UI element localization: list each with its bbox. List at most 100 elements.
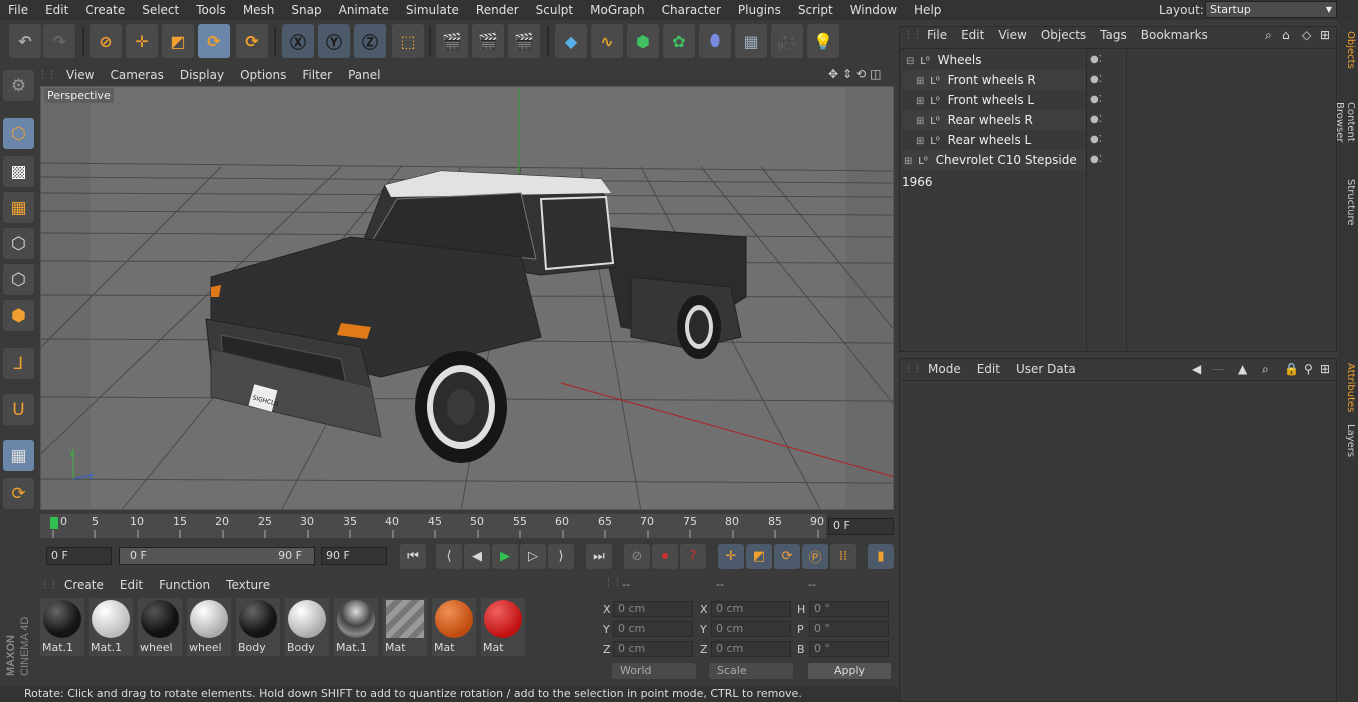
search-icon[interactable]: ⌕ [1265,28,1272,43]
menu-select[interactable]: Select [134,3,188,17]
up-arrow-icon[interactable]: ▲ [1238,362,1247,376]
material-menu-edit[interactable]: Edit [112,578,151,592]
tree-item-front-wheels-l[interactable]: ⊞ L⁰ Front wheels L [902,90,1086,110]
model-mode-button[interactable]: ⬡ [3,118,34,149]
apply-button[interactable]: Apply [808,663,891,679]
key-rotation-button[interactable]: ⟳ [774,544,800,569]
start-frame-field[interactable]: 0 F [46,547,112,565]
light-button[interactable]: 💡 [807,24,839,58]
perspective-viewport[interactable]: SIGHCLU y z [40,86,894,510]
expand-icon[interactable]: ⊞ [916,136,924,147]
points-mode-button[interactable]: ⬡ [3,228,34,259]
viewport-menu-panel[interactable]: Panel [340,68,388,82]
edges-mode-button[interactable]: ⬡ [3,264,34,295]
z-axis-button[interactable]: Ⓩ [354,24,386,58]
viewport-menu-cameras[interactable]: Cameras [102,68,171,82]
y-axis-button[interactable]: Ⓨ [318,24,350,58]
rotation-b-field[interactable]: 0 ° [809,641,889,657]
material-swatch[interactable]: Mat [432,598,476,656]
material-menu-create[interactable]: Create [56,578,112,592]
position-z-field[interactable]: 0 cm [613,641,693,657]
key-parameter-button[interactable]: Ⓟ [802,544,828,569]
menu-create[interactable]: Create [77,3,134,17]
key-scale-button[interactable]: ◩ [746,544,772,569]
scale-tool-button[interactable]: ◩ [162,24,194,58]
floor-button[interactable]: ▦ [735,24,767,58]
viewport-menu-options[interactable]: Options [232,68,294,82]
material-swatch[interactable]: Mat.1 [89,598,133,656]
objects-menu-bookmarks[interactable]: Bookmarks [1134,28,1215,42]
viewport-menu-view[interactable]: View [58,68,102,82]
material-swatch[interactable]: Mat [481,598,525,656]
menu-snap[interactable]: Snap [283,3,330,17]
coordinate-system-button[interactable]: ⬚ [392,24,424,58]
attributes-menu-user-data[interactable]: User Data [1008,362,1084,376]
tree-item-front-wheels-r[interactable]: ⊞ L⁰ Front wheels R [902,70,1086,90]
back-arrow-icon[interactable]: ◀ [1192,362,1201,376]
size-mode-dropdown[interactable]: Scale [709,663,793,679]
menu-mesh[interactable]: Mesh [235,3,284,17]
viewport-nav-icons[interactable]: ✥⇕⟲◫ [828,67,886,81]
visibility-dots[interactable]: ●⁚ [1090,74,1102,85]
tab-structure[interactable]: Structure [1340,178,1356,226]
expand-icon[interactable]: ⊞ [916,96,924,107]
lock-icon[interactable]: 🔒 [1284,362,1299,376]
subdivision-surface-button[interactable]: ⬢ [627,24,659,58]
material-menu-texture[interactable]: Texture [218,578,278,592]
layout-dropdown[interactable]: Startup [1205,1,1337,18]
tab-objects[interactable]: Objects [1340,30,1356,70]
tree-item-rear-wheels-r[interactable]: ⊞ L⁰ Rear wheels R [902,110,1086,130]
go-to-start-button[interactable]: ⏮ [400,544,426,569]
material-swatch[interactable]: Body [236,598,280,656]
recent-tool-button[interactable]: ⟳ [236,24,268,58]
home-icon[interactable]: ⌂ [1282,28,1290,42]
rotation-p-field[interactable]: 0 ° [809,621,889,637]
move-tool-button[interactable]: ✛ [126,24,158,58]
size-z-field[interactable]: 0 cm [711,641,791,657]
spline-button[interactable]: ∿ [591,24,623,58]
rotate-tool-button[interactable]: ⟳ [198,24,230,58]
tree-item-rear-wheels-l[interactable]: ⊞ L⁰ Rear wheels L [902,130,1086,150]
rotation-h-field[interactable]: 0 ° [809,601,889,617]
viewport-menu-filter[interactable]: Filter [294,68,340,82]
x-axis-button[interactable]: Ⓧ [282,24,314,58]
menu-simulate[interactable]: Simulate [398,3,468,17]
snap-button[interactable]: U [3,394,34,425]
menu-help[interactable]: Help [906,3,950,17]
link-icon[interactable]: ⚲ [1304,362,1313,376]
timeline-window-button[interactable]: ▮ [868,544,894,569]
search-icon[interactable]: ⌕ [1262,362,1269,377]
key-position-button[interactable]: ✛ [718,544,744,569]
menu-animate[interactable]: Animate [331,3,398,17]
position-x-field[interactable]: 0 cm [613,601,693,617]
viewport-menu-display[interactable]: Display [172,68,232,82]
material-swatch[interactable]: wheel [138,598,182,656]
record-position-button[interactable]: ⊘ [624,544,650,569]
previous-frame-button[interactable]: ◀ [464,544,490,569]
polygons-mode-button[interactable]: ⬢ [3,300,34,331]
menu-plugins[interactable]: Plugins [730,3,790,17]
visibility-dots[interactable]: ●⁚ [1090,154,1102,165]
attributes-menu-edit[interactable]: Edit [969,362,1008,376]
render-picture-viewer-button[interactable]: 🎬 [472,24,504,58]
menu-render[interactable]: Render [468,3,528,17]
objects-menu-view[interactable]: View [991,28,1033,42]
visibility-dots[interactable]: ●⁚ [1090,54,1102,65]
expand-icon[interactable]: ⊞ [904,156,912,167]
objects-menu-tags[interactable]: Tags [1093,28,1134,42]
undo-button[interactable]: ↶ [9,24,41,58]
autokey-button[interactable]: ⏺ [652,544,678,569]
deformer-button[interactable]: ⬮ [699,24,731,58]
next-frame-button[interactable]: ▷ [520,544,546,569]
expand-panel-icon[interactable]: ⊞ [1320,28,1330,42]
visibility-dots[interactable]: ●⁚ [1090,134,1102,145]
timeline-ruler[interactable]: 0 5 10 15 20 25 30 35 40 45 50 55 60 65 … [40,514,826,538]
objects-menu-edit[interactable]: Edit [954,28,991,42]
tree-item-chevrolet[interactable]: ⊞ L⁰ Chevrolet C10 Stepside 1966 [902,150,1086,189]
size-y-field[interactable]: 0 cm [711,621,791,637]
redo-button[interactable]: ↷ [43,24,75,58]
menu-tools[interactable]: Tools [188,3,235,17]
next-key-button[interactable]: ⟩ [548,544,574,569]
lock-workplane-button[interactable]: ▦ [3,440,34,471]
new-view-icon[interactable]: ◇ [1302,28,1311,42]
